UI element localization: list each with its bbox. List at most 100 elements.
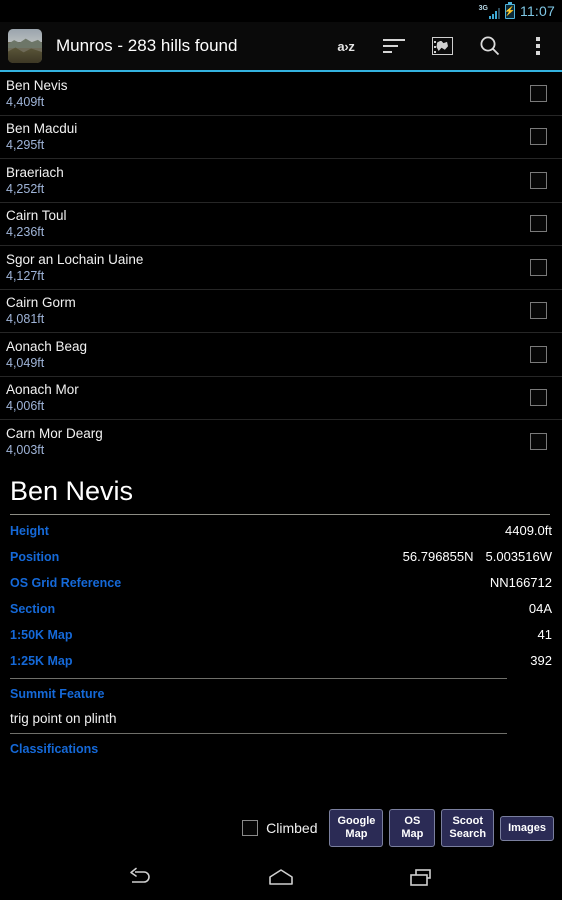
list-item[interactable]: Carn Mor Dearg 4,003ft: [0, 420, 562, 463]
overflow-dots-icon: [536, 37, 540, 55]
sort-lines-icon: [383, 39, 405, 53]
detail-value: 04A: [528, 601, 552, 616]
nav-back-button[interactable]: [112, 855, 168, 900]
hill-list[interactable]: Ben Nevis 4,409ft Ben Macdui 4,295ft Bra…: [0, 72, 562, 463]
detail-label: Height: [10, 524, 49, 538]
hill-name: Ben Macdui: [6, 121, 78, 137]
hill-detail-panel: Ben Nevis Height 4409.0ft Position 56.79…: [0, 463, 562, 809]
network-type-label: 3G: [478, 4, 488, 12]
hill-climbed-checkbox[interactable]: [530, 84, 547, 102]
nav-recents-button[interactable]: [394, 855, 450, 900]
hill-height: 4,003ft: [6, 442, 45, 457]
list-item-texts: Cairn Toul 4,236ft: [4, 207, 530, 240]
list-item-texts: Sgor an Lochain Uaine 4,127ft: [4, 251, 530, 284]
recents-icon: [409, 868, 431, 886]
scoot-search-button[interactable]: Scoot Search: [441, 809, 495, 847]
map-landmass-icon: [436, 40, 448, 52]
hill-climbed-checkbox[interactable]: [530, 389, 547, 407]
battery-charging-icon: ⚡: [504, 3, 516, 19]
hill-name: Cairn Gorm: [6, 295, 76, 311]
os-map-button[interactable]: OS Map: [389, 809, 436, 847]
search-button[interactable]: [466, 22, 514, 70]
climbed-checkbox-group[interactable]: Climbed: [242, 820, 317, 836]
hill-name: Ben Nevis: [6, 77, 68, 93]
hill-height: 4,049ft: [6, 355, 45, 370]
google-map-button[interactable]: Google Map: [329, 809, 384, 847]
detail-row-50k-map: 1:50K Map 41: [8, 619, 554, 645]
detail-label: 1:50K Map: [10, 628, 73, 642]
mountain-photo-logo[interactable]: [8, 29, 42, 63]
list-item[interactable]: Cairn Gorm 4,081ft: [0, 290, 562, 333]
detail-value-latitude: 56.796855N: [402, 549, 474, 564]
hill-name: Aonach Beag: [6, 338, 88, 354]
map-view-button[interactable]: [418, 22, 466, 70]
list-item[interactable]: Aonach Mor 4,006ft: [0, 377, 562, 420]
action-bar: Munros - 283 hills found a›z: [0, 22, 562, 70]
status-bar-clock: 11:07: [520, 3, 555, 19]
world-map-icon: [431, 37, 453, 55]
hill-climbed-checkbox[interactable]: [530, 258, 547, 276]
hill-name: Aonach Mor: [6, 382, 79, 398]
summit-feature-value: trig point on plinth: [10, 711, 117, 726]
list-item-texts: Cairn Gorm 4,081ft: [4, 294, 530, 327]
android-navigation-bar: [0, 855, 562, 900]
detail-title: Ben Nevis: [10, 476, 134, 506]
charging-bolt-icon: ⚡: [504, 5, 516, 16]
sort-order-button[interactable]: [370, 22, 418, 70]
detail-label: 1:25K Map: [10, 654, 73, 668]
signal-bars-icon: [489, 7, 500, 19]
hill-height: 4,409ft: [6, 94, 45, 109]
sort-alpha-button[interactable]: a›z: [322, 22, 370, 70]
hill-climbed-checkbox[interactable]: [530, 171, 547, 189]
summit-feature-label: Summit Feature: [10, 687, 105, 701]
list-item[interactable]: Sgor an Lochain Uaine 4,127ft: [0, 246, 562, 290]
detail-value: 41: [537, 627, 552, 642]
climbed-label: Climbed: [266, 820, 318, 836]
detail-row-position: Position 56.796855N 5.003516W: [8, 541, 554, 567]
detail-row-os-grid-reference: OS Grid Reference NN166712: [8, 567, 554, 593]
home-icon: [269, 868, 293, 885]
list-item-texts: Braeriach 4,252ft: [4, 164, 530, 197]
list-item-texts: Ben Nevis 4,409ft: [4, 77, 530, 110]
detail-value: NN166712: [489, 575, 552, 590]
detail-row-height: Height 4409.0ft: [8, 515, 554, 541]
classifications-label: Classifications: [10, 742, 99, 756]
hill-climbed-checkbox[interactable]: [530, 432, 547, 450]
hill-height: 4,295ft: [6, 138, 45, 153]
hill-climbed-checkbox[interactable]: [530, 128, 547, 146]
list-item-texts: Carn Mor Dearg 4,003ft: [4, 425, 530, 458]
detail-label: Position: [10, 550, 60, 564]
hill-name: Braeriach: [6, 164, 64, 180]
hill-height: 4,252ft: [6, 181, 45, 196]
signal-strength-icon: 3G: [479, 4, 500, 19]
detail-label: Section: [10, 602, 56, 616]
list-item[interactable]: Braeriach 4,252ft: [0, 159, 562, 203]
list-item-texts: Aonach Beag 4,049ft: [4, 338, 530, 371]
search-icon: [480, 36, 500, 56]
hill-climbed-checkbox[interactable]: [530, 215, 547, 233]
list-item[interactable]: Ben Macdui 4,295ft: [0, 116, 562, 159]
hill-climbed-checkbox[interactable]: [530, 302, 547, 320]
overflow-menu-button[interactable]: [514, 22, 562, 70]
hill-name: Carn Mor Dearg: [6, 425, 103, 441]
list-item[interactable]: Cairn Toul 4,236ft: [0, 203, 562, 246]
map-dots-icon: [434, 41, 436, 53]
list-item-texts: Aonach Mor 4,006ft: [4, 381, 530, 414]
status-bar: 3G ⚡ 11:07: [0, 0, 562, 22]
detail-value-longitude: 5.003516W: [485, 549, 553, 564]
list-item[interactable]: Aonach Beag 4,049ft: [0, 333, 562, 377]
list-item[interactable]: Ben Nevis 4,409ft: [0, 72, 562, 116]
hill-height: 4,127ft: [6, 268, 45, 283]
images-button[interactable]: Images: [500, 815, 554, 841]
hill-name: Sgor an Lochain Uaine: [6, 251, 144, 267]
sort-alpha-icon: a›z: [337, 38, 355, 54]
hill-name: Cairn Toul: [6, 208, 67, 224]
hill-climbed-checkbox[interactable]: [530, 345, 547, 363]
detail-row-25k-map: 1:25K Map 392: [8, 645, 554, 671]
hill-height: 4,236ft: [6, 225, 45, 240]
detail-value: 56.796855N 5.003516W: [403, 549, 552, 564]
page-title: Munros - 283 hills found: [56, 36, 238, 55]
climbed-checkbox[interactable]: [242, 820, 259, 836]
detail-row-section: Section 04A: [8, 593, 554, 619]
nav-home-button[interactable]: [253, 855, 309, 900]
